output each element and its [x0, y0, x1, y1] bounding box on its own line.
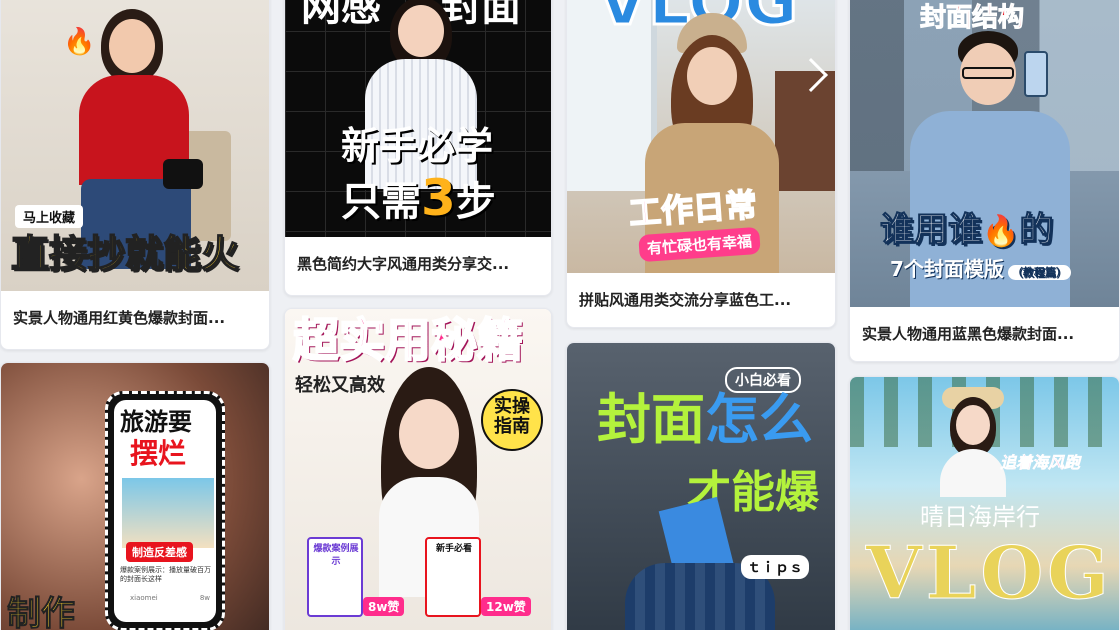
- fire-emoji: 🔥: [981, 214, 1020, 249]
- phone-line-1: 旅游要: [120, 408, 192, 436]
- save-tag: 马上收藏: [15, 205, 84, 228]
- template-thumbnail[interactable]: 🔥 马上收藏 直接抄就能火: [1, 0, 269, 291]
- template-thumbnail[interactable]: 封面结构 谁用谁🔥的 7个封面模版 （教程篇）: [850, 0, 1119, 307]
- vlog-logo: VLOG: [866, 530, 1113, 615]
- cover-bottom-text: 制作: [7, 594, 76, 630]
- template-thumbnail[interactable]: 超实用秘籍 轻松又高效 实操指南 爆款案例展示 8w赞 新手必看 12w赞: [285, 309, 551, 630]
- cover-line-1: 新手必学: [341, 124, 494, 168]
- cover-number: 3: [421, 169, 456, 227]
- cover-line-1-a: 封面: [597, 388, 705, 451]
- mini-card-b: 新手必看: [425, 537, 481, 617]
- cover-line-2: 只需3步: [341, 173, 496, 223]
- phone-count: 8w: [199, 594, 210, 602]
- template-card[interactable]: 封面结构 谁用谁🔥的 7个封面模版 （教程篇） 实景人物通用蓝黑色爆款封面...: [849, 0, 1120, 362]
- cover-tag: 追着海风跑: [1000, 453, 1081, 472]
- cover-line-2-b: 步: [455, 179, 496, 225]
- template-thumbnail[interactable]: 旅游要 摆烂 制造反差感 爆款案例展示：播放量破百万的封面长这样 xiaomei…: [1, 363, 269, 630]
- template-title[interactable]: 拼贴风通用类交流分享蓝色工...: [567, 273, 835, 325]
- template-card[interactable]: 🔥 马上收藏 直接抄就能火 实景人物通用红黄色爆款封面...: [0, 0, 270, 350]
- template-title[interactable]: 黑色简约大字风通用类分享交...: [285, 237, 551, 289]
- mini-card-b-title: 新手必看: [435, 544, 472, 554]
- fire-emoji: 🔥: [63, 27, 96, 57]
- bubble-text: 实操指南: [494, 396, 530, 437]
- template-card[interactable]: 旅游要 摆烂 制造反差感 爆款案例展示：播放量破百万的封面长这样 xiaomei…: [0, 362, 270, 630]
- mini-card-a-likes: 8w赞: [363, 597, 405, 616]
- cover-headline-a: 谁用谁: [880, 210, 983, 250]
- cover-headline: 直接抄就能火: [10, 232, 240, 276]
- phone-mockup: 旅游要 摆烂 制造反差感 爆款案例展示：播放量破百万的封面长这样 xiaomei…: [105, 391, 225, 630]
- template-thumbnail[interactable]: 网感 封面 新手必学 只需3步: [285, 0, 551, 237]
- cover-subline: 7个封面模版 （教程篇）: [890, 257, 1071, 281]
- template-thumbnail[interactable]: 追着海风跑 晴日海岸行 VLOG: [850, 377, 1119, 630]
- phone-user: xiaomei: [130, 594, 158, 602]
- template-card[interactable]: 小白必看 封面怎么 才能爆 ｔｉｐｓ: [566, 342, 836, 630]
- template-title-text: 实景人物通用蓝黑色爆款封面...: [862, 324, 1075, 343]
- cover-title: 晴日海岸行: [920, 503, 1040, 531]
- template-thumbnail[interactable]: 小白必看 封面怎么 才能爆 ｔｉｐｓ: [567, 343, 835, 630]
- person-figure: [928, 387, 1018, 497]
- template-title-text: 黑色简约大字风通用类分享交...: [297, 254, 510, 273]
- cover-headline: 工作日常: [627, 185, 759, 233]
- template-card[interactable]: 网感 封面 新手必学 只需3步 黑色简约大字风通用类分享交...: [284, 0, 552, 296]
- template-card[interactable]: 超实用秘籍 轻松又高效 实操指南 爆款案例展示 8w赞 新手必看 12w赞: [284, 308, 552, 630]
- cover-subtag: （教程篇）: [1007, 265, 1071, 280]
- phone-note: 爆款案例展示：播放量破百万的封面长这样: [120, 566, 211, 584]
- template-title[interactable]: 实景人物通用蓝黑色爆款封面...: [850, 307, 1119, 359]
- phone-chip: 制造反差感: [126, 542, 193, 562]
- template-title-text: 实景人物通用红黄色爆款封面...: [13, 308, 226, 327]
- cover-headline: 谁用谁🔥的: [880, 210, 1054, 250]
- cover-headline: 超实用秘籍: [292, 313, 524, 367]
- template-card[interactable]: 追着海风跑 晴日海岸行 VLOG: [849, 376, 1120, 630]
- mini-card-a-title: 爆款案例展示: [313, 544, 359, 567]
- phone-icon: [1024, 51, 1048, 97]
- cover-headline-b: 的: [1019, 210, 1054, 250]
- mini-card-b-likes: 12w赞: [481, 597, 531, 616]
- phone-line-2: 摆烂: [130, 437, 187, 470]
- template-card[interactable]: VLOG 工作日常 有忙碌也有幸福 拼贴风通用类交流分享蓝色工...: [566, 0, 836, 328]
- cover-line-1: 封面怎么: [597, 393, 813, 447]
- cover-sticker: ｔｉｐｓ: [741, 555, 809, 579]
- cover-template-grid: 🔥 马上收藏 直接抄就能火 实景人物通用红黄色爆款封面... 网感 封面 新手必学…: [0, 0, 1120, 630]
- mini-card-a: 爆款案例展示: [307, 537, 363, 617]
- template-title-text: 拼贴风通用类交流分享蓝色工...: [579, 290, 792, 309]
- cover-line-2-a: 只需: [341, 179, 421, 225]
- cover-top-text: 封面结构: [919, 3, 1025, 33]
- template-title[interactable]: 实景人物通用红黄色爆款封面...: [1, 291, 269, 343]
- template-thumbnail[interactable]: VLOG 工作日常 有忙碌也有幸福: [567, 0, 835, 273]
- cover-subline-text: 7个封面模版: [890, 257, 1004, 281]
- cover-line-1-b: 怎么: [705, 388, 813, 451]
